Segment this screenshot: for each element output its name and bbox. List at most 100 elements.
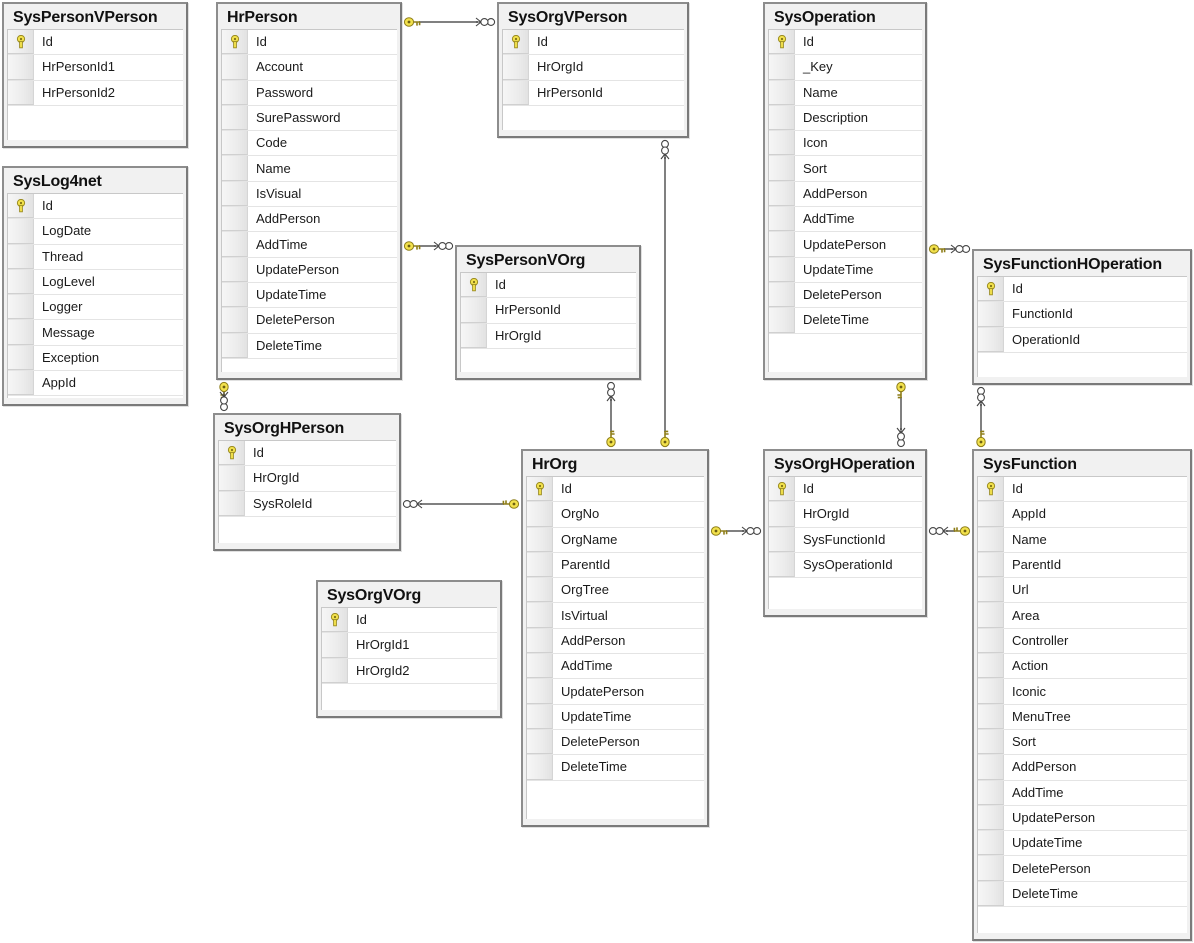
field-row[interactable]: Name <box>978 527 1187 553</box>
field-row[interactable]: AddTime <box>222 232 397 258</box>
field-row[interactable]: HrPersonId2 <box>8 80 183 106</box>
relationship-sysfunction-to-sysorghoperation[interactable] <box>928 526 971 536</box>
field-row[interactable]: HrPersonId1 <box>8 55 183 81</box>
field-row[interactable]: LogDate <box>8 219 183 245</box>
field-row[interactable]: OrgTree <box>527 578 704 604</box>
field-row[interactable]: Thread <box>8 244 183 270</box>
field-row[interactable]: AddPerson <box>222 207 397 233</box>
table-sysfunctionhoperation[interactable]: SysFunctionHOperation Id FunctionId Operati… <box>972 249 1192 385</box>
field-row[interactable]: Icon <box>769 131 922 157</box>
relationship-sysoperation-to-sysorghoperation[interactable] <box>896 381 906 448</box>
field-row[interactable]: AddPerson <box>769 181 922 208</box>
relationship-hrorg-to-syspersonvorg[interactable] <box>606 381 616 448</box>
field-row[interactable]: Sort <box>978 729 1187 756</box>
field-row[interactable]: Name <box>769 80 922 106</box>
field-row[interactable]: IsVisual <box>222 181 397 208</box>
field-row[interactable]: Description <box>769 105 922 132</box>
relationship-hrperson-to-sysorgvperson[interactable] <box>403 17 496 27</box>
field-row[interactable]: UpdateTime <box>769 257 922 283</box>
field-row-primary-key[interactable]: Id <box>978 277 1187 303</box>
field-row[interactable]: Action <box>978 654 1187 680</box>
field-row[interactable]: Name <box>222 156 397 182</box>
field-row-primary-key[interactable]: Id <box>219 441 396 467</box>
field-row[interactable]: MenuTree <box>978 704 1187 730</box>
field-row[interactable]: HrOrgId2 <box>322 658 497 684</box>
field-row[interactable]: OperationId <box>978 327 1187 353</box>
field-row[interactable]: Url <box>978 578 1187 604</box>
field-row[interactable]: HrOrgId <box>503 55 684 81</box>
table-sysorgvperson[interactable]: SysOrgVPerson Id HrOrgId HrPersonId <box>497 2 689 138</box>
field-row[interactable]: UpdatePerson <box>527 679 704 705</box>
field-row[interactable]: Password <box>222 80 397 106</box>
field-row[interactable]: DeleteTime <box>222 333 397 359</box>
field-row[interactable]: DeleteTime <box>527 755 704 781</box>
field-row[interactable]: LogLevel <box>8 269 183 296</box>
field-row[interactable]: AddTime <box>527 654 704 680</box>
field-row-primary-key[interactable]: Id <box>322 608 497 634</box>
table-hrorg[interactable]: HrOrg Id OrgNo OrgName ParentId OrgTree IsVirt… <box>521 449 709 827</box>
field-row[interactable]: Exception <box>8 345 183 372</box>
relationship-hrorg-to-sysorghperson[interactable] <box>402 499 520 509</box>
field-row[interactable]: DeletePerson <box>527 729 704 756</box>
field-row[interactable]: OrgName <box>527 527 704 553</box>
field-row[interactable]: UpdatePerson <box>978 805 1187 832</box>
field-row[interactable]: SurePassword <box>222 105 397 132</box>
field-row-primary-key[interactable]: Id <box>527 477 704 503</box>
field-row[interactable]: AddPerson <box>978 755 1187 781</box>
table-syspersonvperson[interactable]: SysPersonVPerson Id HrPersonId1 HrPersonId2 <box>2 2 188 148</box>
table-sysorghoperation[interactable]: SysOrgHOperation Id HrOrgId SysFunctionId Sy… <box>763 449 927 617</box>
field-row[interactable]: HrOrgId1 <box>322 633 497 659</box>
field-row[interactable]: _Key <box>769 55 922 81</box>
field-row[interactable]: Account <box>222 55 397 81</box>
field-row-primary-key[interactable]: Id <box>503 30 684 56</box>
field-row[interactable]: HrOrgId <box>769 502 922 528</box>
field-row[interactable]: FunctionId <box>978 302 1187 328</box>
field-row[interactable]: HrOrgId <box>461 323 636 349</box>
relationship-sysoperation-to-sysfunctionhoperation[interactable] <box>928 244 971 254</box>
relationship-hrorg-to-sysorghoperation[interactable] <box>710 526 762 536</box>
field-row[interactable]: AppId <box>978 502 1187 528</box>
field-row[interactable]: OrgNo <box>527 502 704 528</box>
field-row[interactable]: ParentId <box>978 552 1187 579</box>
field-row[interactable]: DeleteTime <box>769 308 922 334</box>
field-row[interactable]: UpdateTime <box>222 282 397 309</box>
field-row[interactable]: DeletePerson <box>222 308 397 334</box>
field-row[interactable]: AddTime <box>769 207 922 233</box>
field-row[interactable]: SysRoleId <box>219 491 396 517</box>
relationship-sysfunction-to-sysfunctionhoperation[interactable] <box>976 386 986 448</box>
field-row[interactable]: Message <box>8 320 183 346</box>
field-row-primary-key[interactable]: Id <box>769 477 922 503</box>
table-sysorghperson[interactable]: SysOrgHPerson Id HrOrgId SysRoleId <box>213 413 401 551</box>
table-hrperson[interactable]: HrPerson Id Account Password SurePassword Cod… <box>216 2 402 380</box>
field-row[interactable]: SysOperationId <box>769 552 922 579</box>
field-row[interactable]: HrOrgId <box>219 466 396 492</box>
field-row[interactable]: AddPerson <box>527 628 704 655</box>
field-row[interactable]: IsVirtual <box>527 603 704 629</box>
field-row[interactable]: UpdateTime <box>978 831 1187 857</box>
relationship-hrperson-to-syspersonvorg[interactable] <box>403 241 454 251</box>
field-row[interactable]: HrPersonId <box>461 298 636 324</box>
relationship-hrperson-to-sysorghperson[interactable] <box>219 381 229 412</box>
table-syspersonvorg[interactable]: SysPersonVOrg Id HrPersonId HrOrgId <box>455 245 641 380</box>
field-row[interactable]: Area <box>978 603 1187 629</box>
field-row[interactable]: Iconic <box>978 679 1187 705</box>
field-row[interactable]: UpdatePerson <box>769 232 922 258</box>
field-row[interactable]: DeleteTime <box>978 881 1187 908</box>
field-row-primary-key[interactable]: Id <box>769 30 922 56</box>
field-row[interactable]: Sort <box>769 156 922 182</box>
field-row-primary-key[interactable]: Id <box>222 30 397 56</box>
field-row[interactable]: Code <box>222 131 397 157</box>
field-row[interactable]: HrPersonId <box>503 80 684 106</box>
field-row[interactable]: AppId <box>8 371 183 397</box>
field-row[interactable]: UpdatePerson <box>222 257 397 283</box>
table-sysorgvorg[interactable]: SysOrgVOrg Id HrOrgId1 HrOrgId2 <box>316 580 502 718</box>
field-row[interactable]: Controller <box>978 628 1187 655</box>
field-row-primary-key[interactable]: Id <box>978 477 1187 503</box>
table-syslog4net[interactable]: SysLog4net Id LogDate Thread LogLevel Logger M… <box>2 166 188 406</box>
field-row-primary-key[interactable]: Id <box>8 194 183 220</box>
table-sysoperation[interactable]: SysOperation Id _Key Name Description Icon Sor… <box>763 2 927 380</box>
field-row[interactable]: DeletePerson <box>978 856 1187 882</box>
field-row-primary-key[interactable]: Id <box>461 273 636 299</box>
field-row[interactable]: ParentId <box>527 552 704 579</box>
field-row-primary-key[interactable]: Id <box>8 30 183 56</box>
